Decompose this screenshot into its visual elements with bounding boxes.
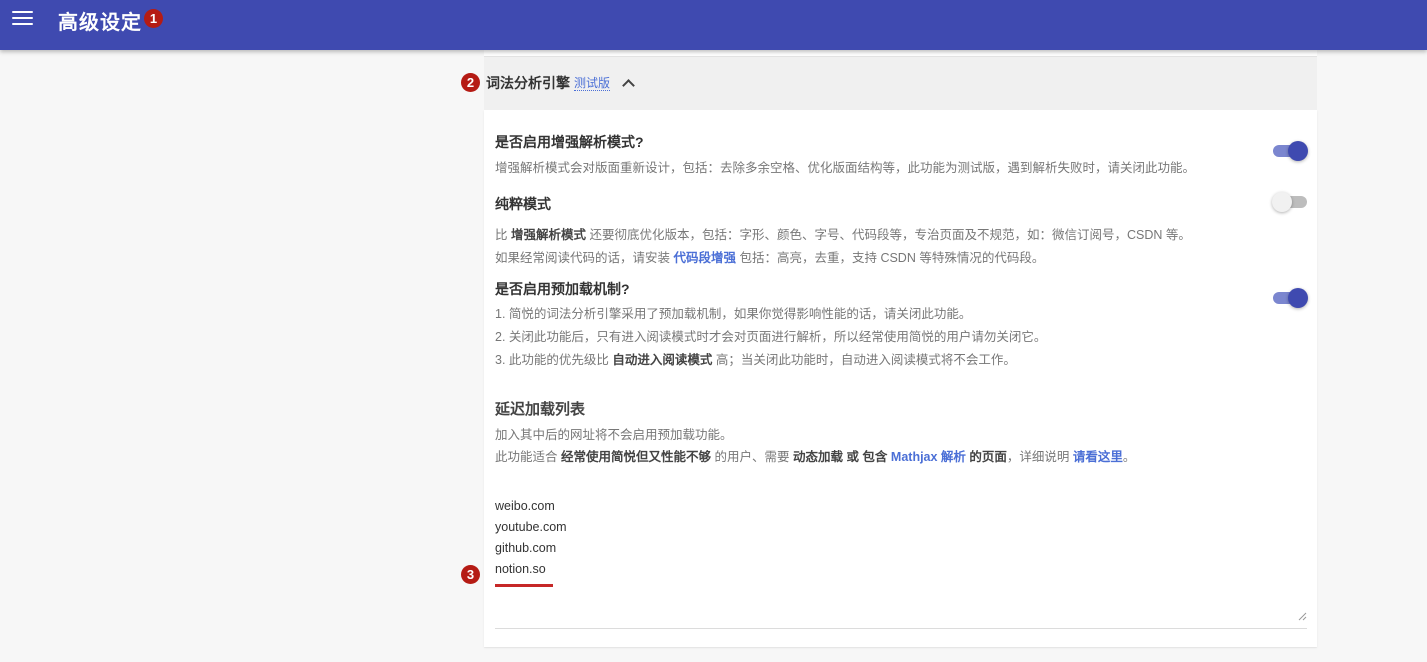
see-here-link[interactable]: 请看这里: [1073, 450, 1123, 464]
preload-title: 是否启用预加载机制?: [495, 281, 630, 297]
code-enhance-link[interactable]: 代码段增强: [673, 251, 736, 265]
chevron-up-icon[interactable]: [622, 79, 635, 92]
domain-entry: notion.so: [495, 562, 546, 576]
annotation-badge-2: 2: [461, 73, 480, 92]
resize-handle-icon[interactable]: [1298, 612, 1307, 621]
beta-link[interactable]: 测试版: [574, 76, 611, 91]
enhanced-parse-desc: 增强解析模式会对版面重新设计，包括：去除多余空格、优化版面结构等，此功能为测试版…: [495, 161, 1196, 175]
delay-list-textarea[interactable]: [495, 488, 1307, 629]
section-title: 词法分析引擎: [486, 75, 570, 91]
annotation-badge-3: 3: [461, 565, 480, 584]
toggle-knob: [1288, 141, 1308, 161]
domain-entry: github.com: [495, 541, 557, 555]
delay-list-desc-1: 加入其中后的网址将不会启用预加载功能。: [495, 428, 733, 442]
delay-list-title: 延迟加载列表: [495, 401, 586, 418]
page-title: 高级设定: [58, 12, 142, 34]
section-header[interactable]: 词法分析引擎 测试版: [486, 73, 635, 93]
domain-entry: youtube.com: [495, 520, 567, 534]
pure-mode-toggle[interactable]: [1272, 192, 1308, 212]
toggle-knob: [1288, 288, 1308, 308]
app-bar: 高级设定 1: [0, 0, 1427, 50]
annotation-badge-1: 1: [144, 9, 163, 28]
enhanced-parse-title: 是否启用增强解析模式?: [495, 134, 644, 150]
previous-section-edge: [484, 50, 1317, 57]
toggle-knob: [1272, 192, 1292, 212]
annotation-underline: [495, 584, 553, 587]
preload-desc-3: 3. 此功能的优先级比 自动进入阅读模式 高；当关闭此功能时，自动进入阅读模式将…: [495, 353, 1016, 367]
delay-list-desc-2: 此功能适合 经常使用简悦但又性能不够 的用户、需要 动态加载 或 包含 Math…: [495, 450, 1136, 464]
preload-desc-2: 2. 关闭此功能后，只有进入阅读模式时才会对页面进行解析，所以经常使用简悦的用户…: [495, 330, 1047, 344]
hamburger-menu-icon[interactable]: [12, 10, 34, 28]
pure-mode-title: 纯粹模式: [495, 196, 551, 212]
enhanced-parse-toggle[interactable]: [1272, 141, 1308, 161]
preload-toggle[interactable]: [1272, 288, 1308, 308]
mathjax-link[interactable]: Mathjax 解析: [887, 450, 966, 464]
domain-entry: weibo.com: [495, 499, 555, 513]
pure-mode-desc-2: 如果经常阅读代码的话，请安装 代码段增强 包括：高亮，去重，支持 CSDN 等特…: [495, 251, 1045, 265]
preload-desc-1: 1. 简悦的词法分析引擎采用了预加载机制，如果你觉得影响性能的话，请关闭此功能。: [495, 307, 972, 321]
pure-mode-desc-1: 比 增强解析模式 还要彻底优化版本，包括：字形、颜色、字号、代码段等，专治页面及…: [495, 228, 1191, 242]
